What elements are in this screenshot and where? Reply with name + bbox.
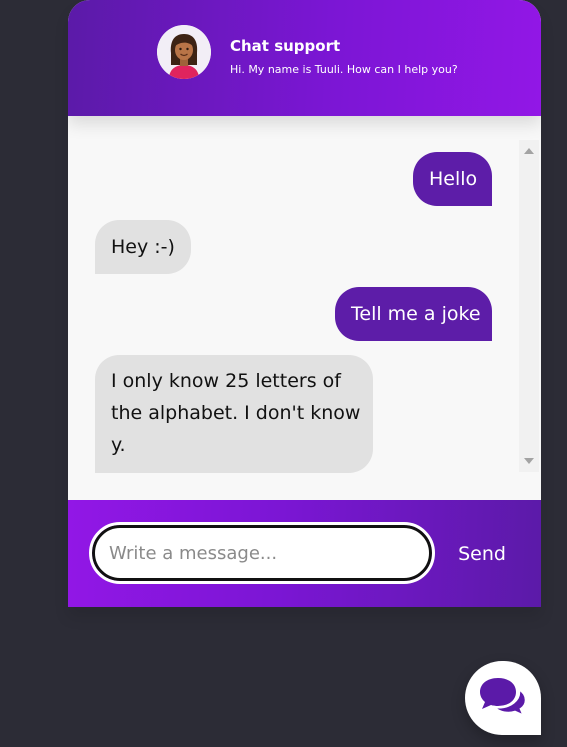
- message-input[interactable]: [89, 522, 435, 584]
- visitor-message: I only know 25 letters of the alphabet. …: [95, 355, 373, 473]
- visitor-message: Hey :-): [95, 220, 191, 274]
- chat-header: Chat support Hi. My name is Tuuli. How c…: [68, 0, 541, 116]
- chat-footer: Send: [68, 500, 541, 607]
- send-button[interactable]: Send: [440, 534, 524, 574]
- header-subtitle: Hi. My name is Tuuli. How can I help you…: [230, 63, 458, 76]
- chat-launcher-button[interactable]: [465, 661, 541, 735]
- operator-message: Hello: [413, 152, 492, 206]
- operator-message: Tell me a joke: [335, 287, 492, 341]
- scroll-down-arrow-icon[interactable]: [524, 458, 534, 464]
- header-title: Chat support: [230, 37, 341, 55]
- chat-window: Chat support Hi. My name is Tuuli. How c…: [68, 0, 541, 607]
- scroll-up-arrow-icon[interactable]: [524, 148, 534, 154]
- chat-bubbles-icon: [480, 678, 528, 719]
- message-list[interactable]: Hello Hey :-) Tell me a joke I only know…: [68, 116, 541, 500]
- message-scrollbar[interactable]: [519, 140, 539, 472]
- agent-avatar: [157, 25, 211, 79]
